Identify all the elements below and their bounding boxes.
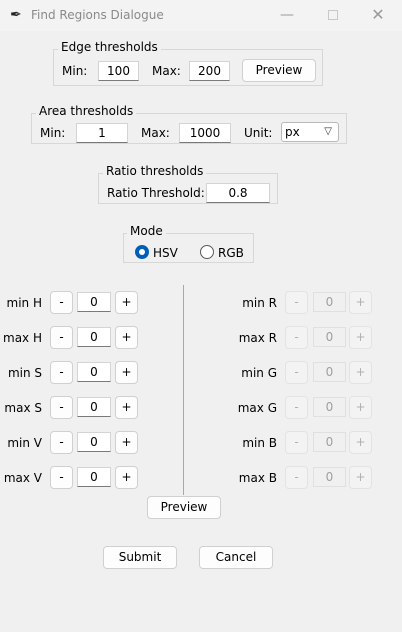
- rgb-label: max R: [238, 331, 277, 345]
- max-s-decrement-button[interactable]: -: [50, 396, 73, 419]
- submit-button[interactable]: Submit: [103, 546, 177, 569]
- min-b-decrement-button[interactable]: -: [285, 431, 308, 454]
- max-g-field[interactable]: 0: [313, 397, 346, 417]
- max-b-field[interactable]: 0: [313, 467, 346, 487]
- hsv-label: max V: [3, 471, 42, 485]
- max-v-increment-button[interactable]: +: [115, 466, 138, 489]
- min-r-increment-button[interactable]: +: [349, 291, 372, 314]
- hsv-label: min S: [7, 366, 42, 380]
- minimize-button[interactable]: —: [267, 3, 307, 27]
- maximize-icon: [328, 10, 338, 20]
- maximize-button[interactable]: [313, 3, 353, 27]
- feather-icon: ✒: [10, 7, 22, 23]
- hsv-label: min V: [7, 436, 42, 450]
- edge-thresholds-title: Edge thresholds: [58, 40, 161, 54]
- max-r-increment-button[interactable]: +: [349, 326, 372, 349]
- edge-max-field[interactable]: 200: [189, 61, 230, 81]
- edge-preview-button[interactable]: Preview: [242, 59, 316, 82]
- edge-max-label: Max:: [152, 64, 181, 78]
- title-bar[interactable]: ✒ Find Regions Dialogue — ✕: [0, 0, 402, 31]
- area-min-field[interactable]: 1: [76, 123, 128, 143]
- edge-min-label: Min:: [62, 64, 88, 78]
- min-h-field[interactable]: 0: [77, 292, 111, 312]
- rgb-label: max G: [237, 401, 277, 415]
- hsv-radio-label[interactable]: HSV: [153, 246, 178, 260]
- area-thresholds-title: Area thresholds: [36, 104, 137, 118]
- max-g-increment-button[interactable]: +: [349, 396, 372, 419]
- hsv-label: min H: [6, 296, 42, 310]
- ratio-threshold-field[interactable]: 0.8: [206, 183, 270, 203]
- min-h-decrement-button[interactable]: -: [50, 291, 73, 314]
- max-b-increment-button[interactable]: +: [349, 466, 372, 489]
- rgb-label: min B: [242, 436, 277, 450]
- max-h-field[interactable]: 0: [77, 327, 111, 347]
- max-g-decrement-button[interactable]: -: [285, 396, 308, 419]
- rgb-radio[interactable]: [200, 245, 214, 259]
- min-v-increment-button[interactable]: +: [115, 431, 138, 454]
- min-r-decrement-button[interactable]: -: [285, 291, 308, 314]
- area-max-field[interactable]: 1000: [179, 123, 231, 143]
- mode-title: Mode: [127, 224, 166, 238]
- min-s-increment-button[interactable]: +: [115, 361, 138, 384]
- min-h-increment-button[interactable]: +: [115, 291, 138, 314]
- edge-min-field[interactable]: 100: [98, 61, 139, 81]
- max-h-decrement-button[interactable]: -: [50, 326, 73, 349]
- unit-select[interactable]: px ▽: [281, 122, 339, 142]
- hsv-radio[interactable]: [135, 245, 149, 259]
- rgb-label: max B: [238, 471, 277, 485]
- max-v-decrement-button[interactable]: -: [50, 466, 73, 489]
- chevron-down-icon: ▽: [324, 126, 332, 137]
- min-g-decrement-button[interactable]: -: [285, 361, 308, 384]
- close-icon: ✕: [371, 5, 385, 24]
- rgb-radio-label[interactable]: RGB: [218, 246, 244, 260]
- hsv-label: max H: [3, 331, 42, 345]
- column-separator: [183, 285, 184, 495]
- hsv-label: max S: [4, 401, 42, 415]
- color-preview-button[interactable]: Preview: [147, 496, 221, 519]
- cancel-button[interactable]: Cancel: [199, 546, 273, 569]
- max-b-decrement-button[interactable]: -: [285, 466, 308, 489]
- max-r-field[interactable]: 0: [313, 327, 346, 347]
- min-g-field[interactable]: 0: [313, 362, 346, 382]
- ratio-thresholds-title: Ratio thresholds: [103, 164, 207, 178]
- unit-value: px: [285, 125, 300, 139]
- max-s-increment-button[interactable]: +: [115, 396, 138, 419]
- max-r-decrement-button[interactable]: -: [285, 326, 308, 349]
- close-button[interactable]: ✕: [358, 3, 398, 27]
- min-r-field[interactable]: 0: [313, 292, 346, 312]
- minimize-icon: —: [280, 7, 294, 23]
- min-v-decrement-button[interactable]: -: [50, 431, 73, 454]
- min-s-decrement-button[interactable]: -: [50, 361, 73, 384]
- max-s-field[interactable]: 0: [77, 397, 111, 417]
- area-min-label: Min:: [40, 126, 66, 140]
- min-b-increment-button[interactable]: +: [349, 431, 372, 454]
- max-h-increment-button[interactable]: +: [115, 326, 138, 349]
- min-g-increment-button[interactable]: +: [349, 361, 372, 384]
- window-title: Find Regions Dialogue: [31, 8, 164, 22]
- min-s-field[interactable]: 0: [77, 362, 111, 382]
- min-v-field[interactable]: 0: [77, 432, 111, 452]
- area-max-label: Max:: [141, 126, 170, 140]
- unit-label: Unit:: [244, 126, 273, 140]
- ratio-threshold-label: Ratio Threshold:: [107, 186, 205, 200]
- rgb-label: min G: [241, 366, 277, 380]
- max-v-field[interactable]: 0: [77, 467, 111, 487]
- min-b-field[interactable]: 0: [313, 432, 346, 452]
- rgb-label: min R: [242, 296, 277, 310]
